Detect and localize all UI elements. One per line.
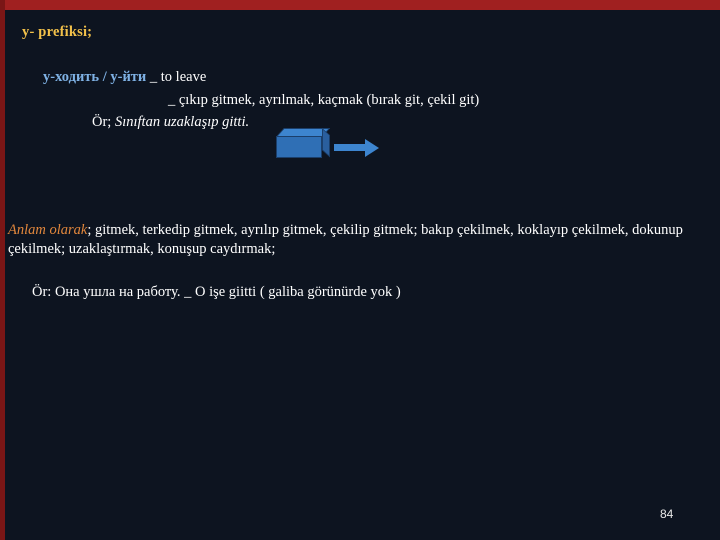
meaning-label: Anlam olarak: [8, 222, 88, 238]
arrow-shaft: [334, 144, 366, 151]
page-title: у- prefiksi;: [22, 24, 93, 40]
cube-arrow-graphic: [272, 126, 382, 164]
russian-example-line: Ör: Она ушла на работу. _ O işe giitti (…: [32, 284, 401, 300]
example-line: Ör; Sınıftan uzaklaşıp gitti.: [92, 114, 249, 131]
example-label: Ör;: [92, 114, 112, 130]
cube-front-face: [276, 136, 322, 158]
definition-line-2: _ çıkıp gitmek, ayrılmak, kaçmak (bırak …: [168, 92, 480, 108]
page-number: 84: [660, 507, 674, 521]
definition-line-1: у-ходить / у-йти _ to leave: [43, 69, 206, 86]
cube-side-face: [322, 128, 330, 158]
verb-translation: _ to leave: [146, 69, 207, 85]
left-red-edge: [0, 0, 5, 540]
meaning-paragraph: Anlam olarak; gitmek, terkedip gitmek, a…: [8, 221, 708, 259]
top-red-bar: [0, 0, 720, 10]
arrow-head: [365, 139, 379, 157]
slide-canvas: у- prefiksi; у-ходить / у-йти _ to leave…: [0, 0, 720, 540]
verb-forms: у-ходить / у-йти: [43, 69, 147, 85]
meaning-text: ; gitmek, terkedip gitmek, ayrılıp gitme…: [8, 222, 683, 257]
example-sentence: Sınıftan uzaklaşıp gitti.: [114, 114, 250, 130]
